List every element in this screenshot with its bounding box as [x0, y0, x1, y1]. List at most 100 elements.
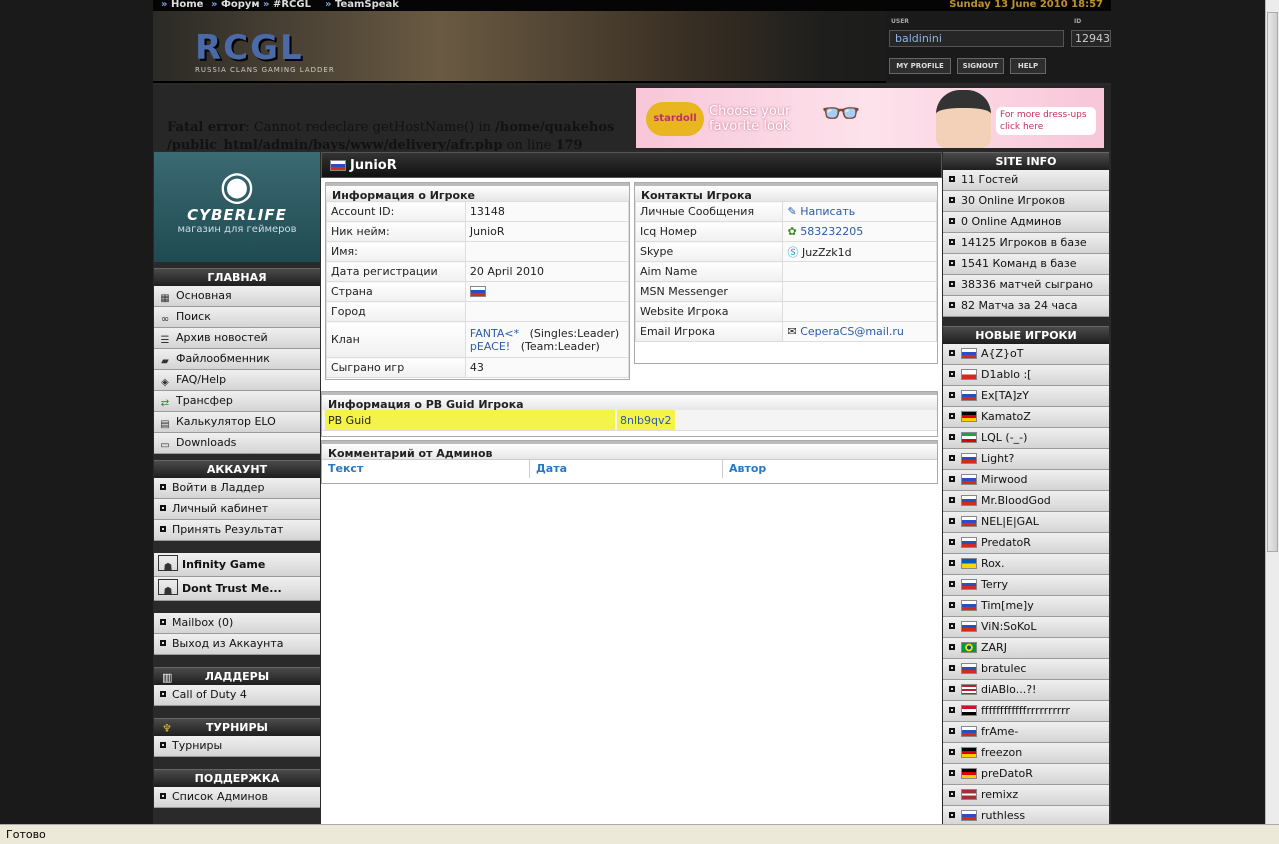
- new-player-item[interactable]: Terry: [943, 575, 1109, 596]
- nav-irc[interactable]: » #RCGL: [263, 0, 311, 10]
- bullet-icon: [160, 505, 166, 511]
- profile-content: JunioR Информация о Игроке Account ID: 13…: [321, 152, 942, 824]
- bullet-icon: [949, 623, 955, 629]
- site-info-item: 11 Гостей: [943, 170, 1109, 191]
- nav-search[interactable]: ∞ Поиск: [154, 307, 320, 328]
- team-dont-trust-me[interactable]: ☗ Dont Trust Me...: [154, 577, 320, 601]
- icq-number[interactable]: 583232205: [800, 225, 863, 238]
- calculator-icon: ▤: [160, 419, 170, 430]
- nav-news-archive[interactable]: ☰ Архив новостей: [154, 328, 320, 349]
- country-flag-icon: [961, 495, 977, 506]
- col-date[interactable]: Дата: [530, 460, 723, 478]
- col-author[interactable]: Автор: [723, 460, 933, 478]
- new-player-item[interactable]: Ex[TA]zY: [943, 386, 1109, 407]
- team-infinity-game[interactable]: ☗ Infinity Game: [154, 553, 320, 577]
- signout-button[interactable]: SIGNOUT: [957, 58, 1004, 74]
- field-label: Aim Name: [634, 261, 784, 282]
- nav-elo-calculator[interactable]: ▤ Калькулятор ELO: [154, 412, 320, 433]
- new-player-item[interactable]: Mr.BloodGod: [943, 491, 1109, 512]
- email-link[interactable]: CeperaCS@mail.ru: [800, 325, 904, 338]
- nav-file-share[interactable]: ▰ Файлообменник: [154, 349, 320, 370]
- col-text[interactable]: Текст: [322, 460, 530, 478]
- nickname: JunioR: [464, 221, 630, 242]
- bullet-icon: [949, 644, 955, 650]
- my-profile-button[interactable]: MY PROFILE: [889, 58, 951, 74]
- country-flag-icon: [961, 789, 977, 800]
- table-row: Skype Ⓢ JuzZzk1d: [634, 241, 937, 262]
- field-label: MSN Messenger: [634, 281, 784, 302]
- profile-title: JunioR: [321, 152, 942, 178]
- cyberlife-ad[interactable]: ◉ CYBERLIFE магазин для геймеров: [154, 152, 320, 262]
- new-player-item[interactable]: A{Z}oT: [943, 344, 1109, 365]
- new-player-item[interactable]: Mirwood: [943, 470, 1109, 491]
- country-flag-icon: [961, 516, 977, 527]
- new-player-item[interactable]: LQL (-_-): [943, 428, 1109, 449]
- new-player-item[interactable]: ViN:SoKoL: [943, 617, 1109, 638]
- russia-flag-icon: [330, 160, 346, 171]
- country-flag-icon: [961, 642, 977, 653]
- top-nav: » Home » Форум » #RCGL » TeamSpeak Sunda…: [153, 0, 1111, 11]
- bullet-icon: [160, 691, 166, 697]
- stardoll-ad-banner[interactable]: stardoll Choose your favorite look 👓 For…: [636, 88, 1104, 148]
- bullet-icon: [949, 686, 955, 692]
- user-id-display: 12943: [1071, 30, 1111, 47]
- pb-guid-label: PB Guid: [328, 414, 372, 427]
- nav-forum[interactable]: » Форум: [211, 0, 260, 10]
- new-player-item[interactable]: Rox.: [943, 554, 1109, 575]
- nav-cod4[interactable]: Call of Duty 4: [154, 685, 320, 706]
- new-player-item[interactable]: D1ablo :[: [943, 365, 1109, 386]
- bullet-icon: [949, 476, 955, 482]
- nav-tournaments[interactable]: Турниры: [154, 736, 320, 757]
- nav-mailbox[interactable]: Mailbox (0): [154, 613, 320, 634]
- new-player-item[interactable]: frAme-: [943, 722, 1109, 743]
- stardoll-logo: stardoll: [646, 102, 704, 136]
- send-message-link[interactable]: Написать: [800, 205, 855, 218]
- nav-teamspeak[interactable]: » TeamSpeak: [325, 0, 399, 10]
- player-info-title: Информация о Игроке: [326, 183, 629, 202]
- new-player-item[interactable]: PredatoR: [943, 533, 1109, 554]
- pb-guid-panel: Информация о PB Guid Игрока PB Guid 8nlb…: [321, 391, 938, 437]
- nav-accept-result[interactable]: Принять Результат: [154, 520, 320, 541]
- site-info-item: 38336 матчей сыграно: [943, 275, 1109, 296]
- table-row: Имя:: [326, 241, 630, 262]
- bullet-icon: [949, 455, 955, 461]
- new-player-item[interactable]: Light?: [943, 449, 1109, 470]
- table-row: Website Игрока: [634, 301, 937, 322]
- field-label: Email Игрока: [634, 321, 784, 342]
- section-main: ГЛАВНАЯ: [154, 268, 320, 286]
- nav-transfer[interactable]: ⇄ Трансфер: [154, 391, 320, 412]
- bullet-icon: [949, 350, 955, 356]
- bullet-icon: [949, 539, 955, 545]
- nav-logout[interactable]: Выход из Аккаунта: [154, 634, 320, 655]
- new-player-item[interactable]: freezon: [943, 743, 1109, 764]
- new-player-item[interactable]: ZARJ: [943, 638, 1109, 659]
- ad-cta[interactable]: For more dress-ups click here: [996, 107, 1096, 135]
- new-player-item[interactable]: bratulec: [943, 659, 1109, 680]
- new-player-item[interactable]: diABlo...?!: [943, 680, 1109, 701]
- site-logo[interactable]: RCGL: [195, 28, 304, 68]
- country-flag-icon: [961, 453, 977, 464]
- help-button[interactable]: HELP: [1010, 58, 1046, 74]
- nav-main[interactable]: ▦ Основная: [154, 286, 320, 307]
- table-row: MSN Messenger: [634, 281, 937, 302]
- new-player-item[interactable]: remixz: [943, 785, 1109, 806]
- pb-guid-title: Информация о PB Guid Игрока: [322, 392, 937, 411]
- clan-link[interactable]: pEACE!: [470, 340, 510, 353]
- bullet-icon: [949, 770, 955, 776]
- nav-downloads[interactable]: ▭ Downloads: [154, 433, 320, 454]
- nav-login-ladder[interactable]: Войти в Ладдер: [154, 478, 320, 499]
- country: [464, 281, 630, 302]
- nav-faq[interactable]: ◈ FAQ/Help: [154, 370, 320, 391]
- nav-home[interactable]: » Home: [161, 0, 203, 10]
- new-player-item[interactable]: ffffffffffffrrrrrrrrrr: [943, 701, 1109, 722]
- current-date: Sunday 13 June 2010 18:57: [949, 0, 1103, 10]
- page-scrollbar[interactable]: [1265, 0, 1279, 824]
- nav-admin-list[interactable]: Список Админов: [154, 787, 320, 808]
- scrollbar-thumb[interactable]: [1267, 12, 1278, 552]
- clan-link[interactable]: FANTA<*: [470, 327, 519, 340]
- nav-cabinet[interactable]: Личный кабинет: [154, 499, 320, 520]
- new-player-item[interactable]: KamatoZ: [943, 407, 1109, 428]
- new-player-item[interactable]: NEL|E|GAL: [943, 512, 1109, 533]
- new-player-item[interactable]: Tim[me]y: [943, 596, 1109, 617]
- new-player-item[interactable]: preDatoR: [943, 764, 1109, 785]
